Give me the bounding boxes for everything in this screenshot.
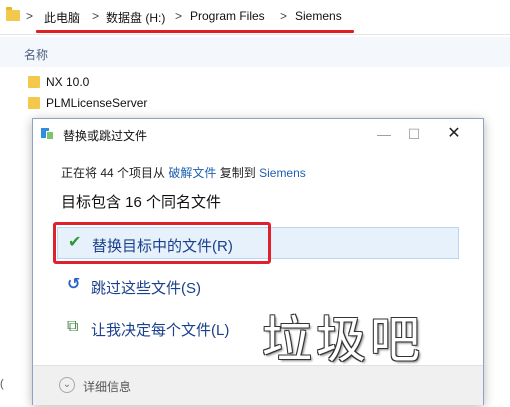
breadcrumb-separator: > <box>92 9 100 23</box>
address-bar[interactable]: > 此电脑 > 数据盘 (H:) > Program Files > Sieme… <box>0 0 510 35</box>
watermark-text: 垃圾吧 <box>262 311 424 369</box>
highlight-underline <box>36 30 354 33</box>
skip-files-label: 跳过这些文件(S) <box>91 280 201 297</box>
close-icon[interactable]: ✕ <box>439 123 469 145</box>
more-details-toggle[interactable]: 详细信息 <box>83 378 131 395</box>
highlight-box <box>53 222 271 264</box>
minimize-button[interactable]: — <box>369 123 399 145</box>
compare-files-icon: ⧉ <box>67 318 79 335</box>
destination-folder-link[interactable]: Siemens <box>259 166 306 180</box>
decide-each-file-label: 让我决定每个文件(L) <box>91 322 230 339</box>
progress-middle: 复制到 <box>219 166 256 180</box>
dialog-titlebar[interactable]: 替换或跳过文件 — ☐ ✕ <box>33 119 483 149</box>
breadcrumb-separator: > <box>175 9 183 23</box>
folder-icon <box>28 76 40 88</box>
copy-files-icon <box>41 128 55 140</box>
maximize-button[interactable]: ☐ <box>399 123 429 145</box>
file-name: NX 10.0 <box>46 75 90 89</box>
breadcrumb-this-pc[interactable]: 此电脑 <box>44 9 80 26</box>
file-name: PLMLicenseServer <box>46 96 148 110</box>
breadcrumb-data-drive[interactable]: 数据盘 (H:) <box>106 9 165 26</box>
breadcrumb-siemens[interactable]: Siemens <box>295 9 342 23</box>
chevron-down-icon[interactable]: ⌄ <box>59 377 75 393</box>
skip-files-button[interactable]: ↺ 跳过这些文件(S) <box>57 270 459 302</box>
column-header-label: 名称 <box>24 48 49 62</box>
breadcrumb-program-files[interactable]: Program Files <box>190 9 265 23</box>
progress-prefix: 正在将 44 个项目从 <box>61 166 166 180</box>
skip-arrow-icon: ↺ <box>67 276 81 293</box>
dialog-title: 替换或跳过文件 <box>63 129 148 143</box>
column-header-name[interactable]: 名称 <box>0 37 510 67</box>
list-item[interactable]: NX 10.0 <box>0 72 510 92</box>
folder-icon <box>6 7 20 21</box>
breadcrumb-separator: > <box>280 9 288 23</box>
list-item[interactable]: PLMLicenseServer <box>0 93 510 113</box>
folder-icon <box>28 97 40 109</box>
progress-text: 正在将 44 个项目从 破解文件 复制到 Siemens <box>61 164 306 181</box>
conflict-summary: 目标包含 16 个同名文件 <box>61 194 222 211</box>
source-folder-link[interactable]: 破解文件 <box>168 166 216 180</box>
side-mark: ( <box>0 378 4 390</box>
breadcrumb-separator: > <box>26 9 34 23</box>
